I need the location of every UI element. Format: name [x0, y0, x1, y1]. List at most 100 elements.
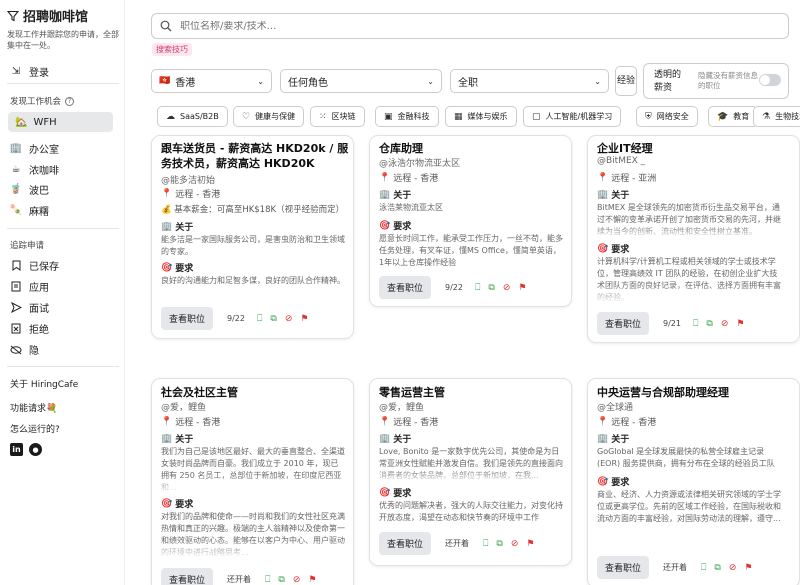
sidebar-item-mochi[interactable]: 🍡 麻糬	[10, 203, 49, 218]
chip-biotech[interactable]: ⚗ 生物技术	[753, 106, 800, 127]
login-label: 登录	[29, 68, 49, 79]
requirements-heading: 🎯 要求	[379, 486, 411, 500]
job-title[interactable]: 仓库助理	[379, 141, 569, 156]
eye-off-icon[interactable]: ⊘	[285, 314, 293, 324]
view-job-button[interactable]: 查看职位	[597, 312, 649, 335]
discover-heading: 发现工作机会 ?	[10, 95, 75, 107]
flag-icon[interactable]: ⚑	[744, 563, 752, 573]
flag-icon[interactable]: ⚑	[308, 575, 316, 585]
copy-icon[interactable]: ⧉	[496, 539, 502, 549]
requirements-heading: 🎯 要求	[161, 261, 194, 275]
job-card[interactable]: 中央运营与合规部助理经理 @全球通 📍 远程 - 香港 🏢 关于 GoGlobal …	[587, 378, 800, 585]
job-card[interactable]: 企业IT经理 @BitMEX _ 📍 远程 - 亚洲 🏢 关于 BitMEX 是全球…	[587, 135, 800, 343]
view-job-button[interactable]: 查看职位	[379, 532, 431, 555]
eye-off-icon[interactable]: ⊘	[721, 319, 729, 329]
chevron-down-icon: ⌄	[257, 76, 264, 86]
sidebar-item-wfh[interactable]: 🏡 WFH	[8, 112, 113, 132]
role-select[interactable]: 任何角色 ⌄	[280, 69, 442, 93]
copy-icon[interactable]: ⧉	[488, 283, 494, 293]
chip-health[interactable]: ♡ 健康与保健	[233, 106, 305, 127]
sidebar-item-espresso[interactable]: ☕ 浓咖啡	[10, 162, 59, 177]
about-link[interactable]: 关于 HiringCafe	[10, 377, 78, 390]
requirements-text: 商业、经济、人力资源或法律相关研究领域的学士学位或更高学位。先前的区域工作经验，…	[597, 490, 781, 523]
eye-off-icon[interactable]: ⊘	[729, 563, 737, 573]
requirements-text: 对我们的品牌和使命——时尚和我们的女性社区充满热情和真正的兴趣。极端的主人翁精神…	[161, 512, 345, 557]
copy-icon[interactable]: ⧉	[270, 314, 276, 324]
copy-icon[interactable]: ⧉	[714, 563, 720, 573]
view-job-button[interactable]: 查看职位	[597, 556, 649, 579]
ai-icon: ▢	[532, 111, 541, 122]
eye-off-icon[interactable]: ⊘	[511, 539, 519, 549]
eye-off-icon[interactable]: ⊘	[293, 575, 301, 585]
job-card[interactable]: 社会及社区主管 @爱，鲤鱼 📍 远程 - 香港 🏢 关于 我们为自己是该地区最好、最…	[151, 378, 354, 585]
copy-icon[interactable]: ⧉	[278, 575, 284, 585]
flag-icon[interactable]: ⚑	[736, 319, 744, 329]
salary-label: 基本薪金：	[174, 205, 217, 215]
bookmark-icon[interactable]: ⎕	[693, 319, 698, 329]
sidebar-item-rejected[interactable]: 拒绝	[10, 321, 49, 336]
location-select[interactable]: 🇭🇰 香港 ⌄	[151, 69, 272, 93]
sidebar-item-saved[interactable]: 已保存	[10, 258, 59, 273]
sidebar-item-boba[interactable]: 🧋 波巴	[10, 182, 49, 197]
job-card[interactable]: 跟车送货员 - 薪资高达 HKD20k / 服务技术员，薪资高达 HKD20K …	[151, 135, 354, 339]
how-it-works-link[interactable]: 怎么运行的?	[10, 422, 60, 435]
sidebar-item-label: 拒绝	[29, 325, 49, 336]
chip-blockchain[interactable]: ⁙ 区块链	[310, 106, 365, 127]
linkedin-icon[interactable]: in	[10, 443, 23, 456]
chip-education[interactable]: 🎓 教育	[708, 106, 759, 127]
target-icon: 🎯	[597, 243, 609, 254]
flag-icon[interactable]: ⚑	[300, 314, 308, 324]
copy-icon[interactable]: ⧉	[706, 319, 712, 329]
pin-icon: 📍	[379, 172, 391, 183]
sidebar-item-office[interactable]: 🏢 办公室	[10, 141, 59, 156]
search-bar[interactable]	[151, 13, 789, 39]
role-value: 任何角色	[288, 77, 328, 89]
view-job-button[interactable]: 查看职位	[161, 568, 213, 585]
chip-saas[interactable]: ☁ SaaS/B2B	[157, 106, 228, 127]
chip-security[interactable]: ⛨ 网络安全	[636, 106, 698, 127]
bookmark-icon[interactable]: ⎕	[701, 563, 706, 573]
chip-ai[interactable]: ▢ 人工智能/机器学习	[523, 106, 622, 127]
office-icon: 🏢	[9, 143, 23, 154]
about-label: 关于	[611, 191, 630, 201]
reddit-icon[interactable]: ●	[29, 443, 42, 456]
job-title[interactable]: 零售运营主管	[379, 385, 569, 400]
about-heading: 🏢 关于	[597, 432, 629, 446]
shield-icon: ⛨	[645, 111, 652, 122]
requirements-heading: 🎯 要求	[379, 219, 411, 233]
flag-icon[interactable]: ⚑	[526, 539, 534, 549]
flag-icon[interactable]: ⚑	[518, 283, 526, 293]
sidebar-item-interview[interactable]: 面试	[10, 300, 49, 315]
bookmark-icon[interactable]: ⎕	[265, 575, 270, 585]
job-title[interactable]: 中央运营与合规部助理经理	[597, 385, 787, 400]
view-job-button[interactable]: 查看职位	[379, 276, 431, 299]
sidebar-item-applied[interactable]: 应用	[10, 279, 49, 294]
brand[interactable]: 招聘咖啡馆	[7, 6, 88, 25]
chip-fintech[interactable]: ▣ 金融科技	[375, 106, 439, 127]
job-title[interactable]: 企业IT经理	[597, 141, 787, 156]
bookmark-icon[interactable]: ⎕	[475, 283, 480, 293]
experience-button[interactable]: 经验	[615, 66, 637, 96]
document-icon	[10, 281, 22, 293]
filter-icon	[7, 10, 19, 21]
job-title[interactable]: 跟车送货员 - 薪资高达 HKD20k / 服务技术员，薪资高达 HKD20K	[161, 141, 351, 171]
chip-media[interactable]: ▦ 媒体与娱乐	[445, 106, 517, 127]
hide-no-salary-toggle[interactable]	[759, 74, 781, 86]
requirements-label: 要求	[175, 264, 194, 274]
help-icon[interactable]: ?	[65, 96, 75, 106]
view-job-button[interactable]: 查看职位	[161, 307, 213, 330]
job-type-select[interactable]: 全职 ⌄	[450, 69, 609, 93]
about-label: 关于	[175, 435, 194, 445]
feature-request-link[interactable]: 功能请求💐	[10, 401, 57, 414]
job-card[interactable]: 仓库助理 @泳浩尔物流亚太区 📍 远程 - 香港 🏢 关于 泳浩莱物流亚太区 🎯 要求…	[369, 135, 572, 307]
sidebar-item-hidden[interactable]: 隐	[10, 342, 39, 357]
search-input[interactable]	[180, 20, 740, 32]
login-link[interactable]: ⇲ 登录	[10, 64, 49, 79]
eye-off-icon[interactable]: ⊘	[503, 283, 511, 293]
job-title[interactable]: 社会及社区主管	[161, 385, 351, 400]
bookmark-icon[interactable]: ⎕	[483, 539, 488, 549]
search-tips-badge[interactable]: 搜索技巧	[152, 43, 192, 56]
job-card[interactable]: 零售运营主管 @爱，鲤鱼 📍 远程 - 香港 🏢 关于 Love, Bonito 是…	[369, 378, 572, 566]
location-value: 香港	[175, 77, 196, 89]
bookmark-icon[interactable]: ⎕	[257, 314, 262, 324]
